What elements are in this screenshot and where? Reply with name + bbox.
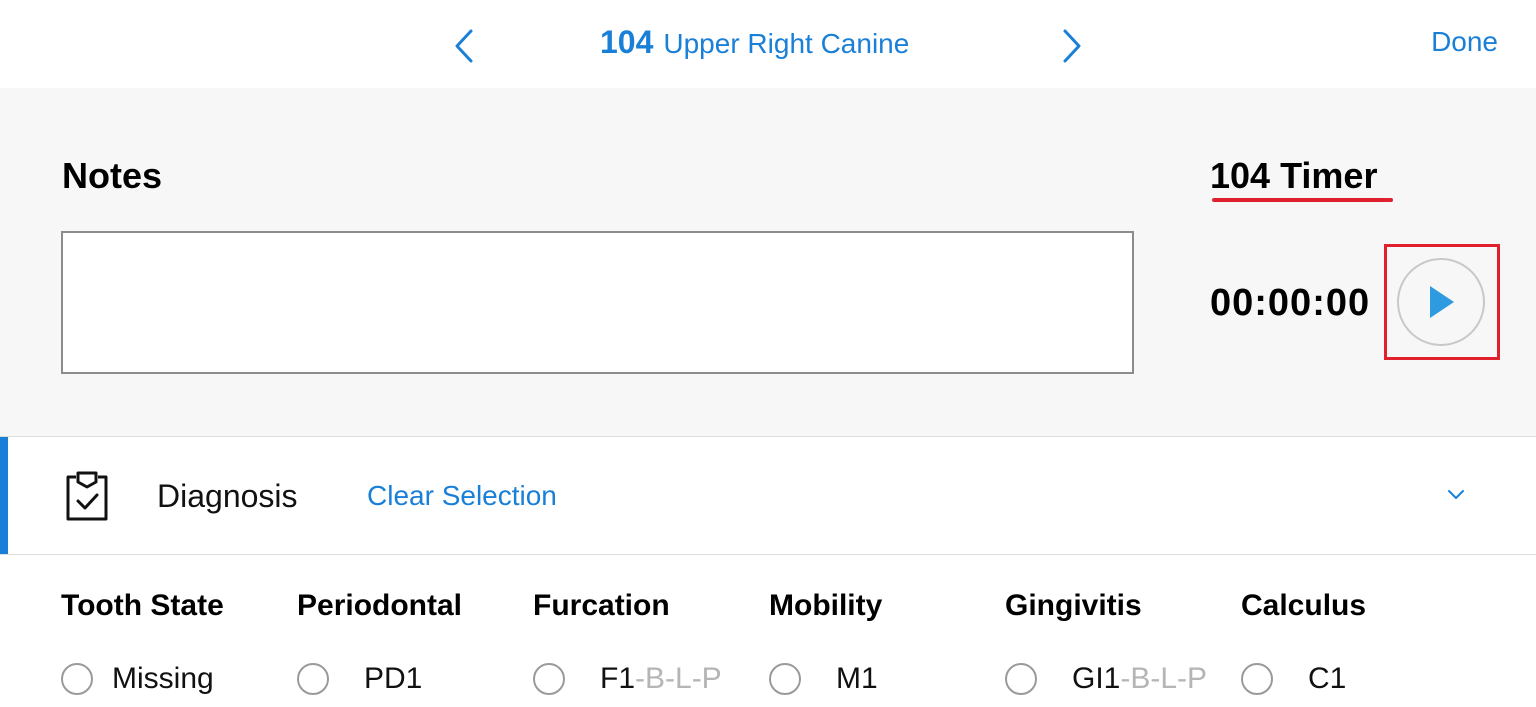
option-pd1[interactable]: PD1 xyxy=(297,662,422,696)
column-periodontal: Periodontal PD1 xyxy=(297,589,463,695)
column-mobility: Mobility M1 xyxy=(769,589,883,695)
chevron-right-icon xyxy=(1063,29,1081,63)
tooth-number: 104 xyxy=(600,24,654,60)
column-gingivitis: Gingivitis GI1 -B-L-P xyxy=(1005,589,1207,695)
top-nav-bar: 104 Upper Right Canine Done xyxy=(0,0,1536,88)
radio-button[interactable] xyxy=(1241,663,1273,695)
option-label: M1 xyxy=(836,662,878,695)
chevron-left-icon xyxy=(455,29,473,63)
column-heading: Gingivitis xyxy=(1005,589,1142,622)
timer-play-button[interactable] xyxy=(1397,258,1485,346)
option-c1[interactable]: C1 xyxy=(1241,662,1346,696)
timer-heading: 104 Timer xyxy=(1210,155,1378,196)
column-furcation: Furcation F1 -B-L-P xyxy=(533,589,722,695)
previous-tooth-button[interactable] xyxy=(446,26,482,66)
tooth-name: Upper Right Canine xyxy=(663,28,910,59)
clear-selection-link[interactable]: Clear Selection xyxy=(367,480,557,512)
option-missing[interactable]: Missing xyxy=(61,662,214,696)
option-label: PD1 xyxy=(364,662,423,695)
section-active-indicator xyxy=(0,437,8,554)
column-heading: Calculus xyxy=(1241,589,1367,622)
radio-button[interactable] xyxy=(61,663,93,695)
column-heading: Periodontal xyxy=(297,589,463,622)
timer-heading-underline xyxy=(1212,198,1393,202)
column-heading: Tooth State xyxy=(61,589,224,622)
chevron-down-icon[interactable] xyxy=(1444,485,1468,505)
diagnosis-heading: Diagnosis xyxy=(157,478,298,514)
radio-button[interactable] xyxy=(297,663,329,695)
option-label: F1 xyxy=(600,662,636,695)
option-m1[interactable]: M1 xyxy=(769,662,878,696)
option-f1[interactable]: F1 -B-L-P xyxy=(533,662,722,696)
option-label: C1 xyxy=(1308,662,1347,695)
column-tooth-state: Tooth State Missing xyxy=(61,589,224,695)
radio-button[interactable] xyxy=(769,663,801,695)
option-label: Missing xyxy=(112,662,214,695)
next-tooth-button[interactable] xyxy=(1054,26,1090,66)
option-surfaces: -B-L-P xyxy=(635,662,722,695)
notes-textarea[interactable] xyxy=(61,231,1134,374)
radio-button[interactable] xyxy=(1005,663,1037,695)
option-surfaces: -B-L-P xyxy=(1120,662,1208,695)
diagnosis-section-header[interactable]: Diagnosis Clear Selection xyxy=(0,437,1536,555)
column-heading: Furcation xyxy=(533,589,670,622)
option-label: GI1 xyxy=(1072,662,1121,695)
column-heading: Mobility xyxy=(769,589,883,622)
radio-button[interactable] xyxy=(533,663,565,695)
notes-timer-panel: Notes 104 Timer 00:00:00 xyxy=(0,88,1536,437)
notes-heading: Notes xyxy=(62,155,163,196)
tooth-title: 104 Upper Right Canine xyxy=(600,24,909,68)
option-gi1[interactable]: GI1 -B-L-P xyxy=(1005,662,1207,696)
clipboard-check-icon xyxy=(66,471,108,521)
play-icon xyxy=(1430,286,1454,318)
column-calculus: Calculus C1 xyxy=(1241,589,1367,695)
done-button[interactable]: Done xyxy=(1431,26,1498,58)
timer-display: 00:00:00 xyxy=(1210,282,1371,324)
